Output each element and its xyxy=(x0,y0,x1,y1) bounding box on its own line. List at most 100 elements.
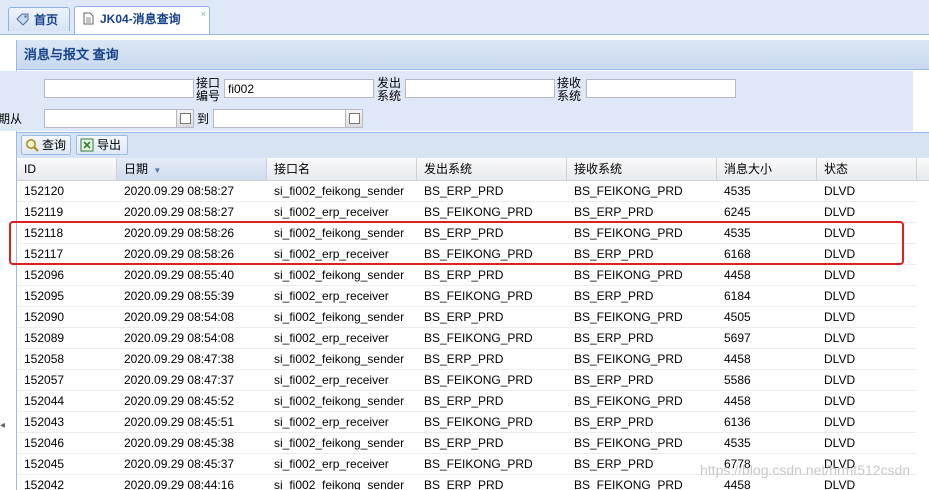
filter-form: ID 接口 编号 发出 系统 接收 系统 日期从 到 xyxy=(0,71,913,131)
date-from-calendar-icon[interactable] xyxy=(177,109,194,128)
cell-receiver: BS_FEIKONG_PRD xyxy=(574,352,683,366)
cell-receiver: BS_FEIKONG_PRD xyxy=(574,436,683,450)
cell-interface: si_fi002_erp_receiver xyxy=(274,415,389,429)
cell-status: DLVD xyxy=(824,247,856,261)
cell-receiver: BS_FEIKONG_PRD xyxy=(574,226,683,240)
table-row[interactable]: 152043 2020.09.29 08:45:51 si_fi002_erp_re… xyxy=(17,412,917,433)
tab-close-icon[interactable]: × xyxy=(201,2,206,26)
cell-status: DLVD xyxy=(824,268,856,282)
cell-interface: si_fi002_feikong_sender xyxy=(274,184,405,198)
cell-sender: BS_FEIKONG_PRD xyxy=(424,205,533,219)
date-to-input[interactable] xyxy=(213,109,346,128)
cell-sender: BS_ERP_PRD xyxy=(424,184,504,198)
cell-status: DLVD xyxy=(824,436,856,450)
table-row[interactable]: 152058 2020.09.29 08:47:38 si_fi002_feikon… xyxy=(17,349,917,370)
table-row[interactable]: 152096 2020.09.29 08:55:40 si_fi002_feikon… xyxy=(17,265,917,286)
column-header-date[interactable]: 日期 ▼ xyxy=(117,158,267,180)
date-from-input[interactable] xyxy=(44,109,177,128)
cell-receiver: BS_FEIKONG_PRD xyxy=(574,478,683,490)
collapse-handle-icon[interactable]: ◂ xyxy=(0,420,8,460)
cell-size: 5586 xyxy=(724,373,751,387)
table-row[interactable]: 152089 2020.09.29 08:54:08 si_fi002_erp_re… xyxy=(17,328,917,349)
export-button[interactable]: 导出 xyxy=(76,135,128,155)
cell-receiver: BS_ERP_PRD xyxy=(574,247,654,261)
cell-status: DLVD xyxy=(824,373,856,387)
tag-icon xyxy=(16,13,29,26)
cell-receiver: BS_ERP_PRD xyxy=(574,373,654,387)
column-header-id[interactable]: ID xyxy=(17,158,117,180)
sender-system-input[interactable] xyxy=(405,79,555,98)
cell-interface: si_fi002_feikong_sender xyxy=(274,352,405,366)
cell-id: 152044 xyxy=(24,394,65,408)
column-header-sender[interactable]: 发出系统 xyxy=(417,158,567,180)
cell-id: 152042 xyxy=(24,478,65,490)
column-header-interface[interactable]: 接口名 xyxy=(267,158,417,180)
id-input[interactable] xyxy=(44,79,194,98)
cell-id: 152058 xyxy=(24,352,65,366)
toolbar: 查询 导出 xyxy=(17,132,929,159)
column-header-size[interactable]: 消息大小 xyxy=(717,158,817,180)
receiver-label-line1: 接收 xyxy=(557,76,582,90)
cell-status: DLVD xyxy=(824,205,856,219)
column-header-status[interactable]: 状态 xyxy=(817,158,917,180)
cell-id: 152119 xyxy=(24,205,64,219)
receiver-system-input[interactable] xyxy=(586,79,736,98)
query-button[interactable]: 查询 xyxy=(21,135,71,155)
cell-date: 2020.09.29 08:44:16 xyxy=(124,478,235,490)
cell-id: 152096 xyxy=(24,268,65,282)
cell-status: DLVD xyxy=(824,352,856,366)
table-row[interactable]: 152046 2020.09.29 08:45:38 si_fi002_feikon… xyxy=(17,433,917,454)
cell-date: 2020.09.29 08:45:37 xyxy=(124,457,235,471)
table-row[interactable]: 152120 2020.09.29 08:58:27 si_fi002_feikon… xyxy=(17,181,917,202)
date-to-calendar-icon[interactable] xyxy=(346,109,363,128)
cell-date: 2020.09.29 08:45:52 xyxy=(124,394,235,408)
cell-interface: si_fi002_feikong_sender xyxy=(274,436,405,450)
table-row[interactable]: 152119 2020.09.29 08:58:27 si_fi002_erp_re… xyxy=(17,202,917,223)
cell-interface: si_fi002_erp_receiver xyxy=(274,331,389,345)
cell-sender: BS_ERP_PRD xyxy=(424,478,504,490)
cell-id: 152057 xyxy=(24,373,65,387)
table-row[interactable]: 152090 2020.09.29 08:54:08 si_fi002_feikon… xyxy=(17,307,917,328)
grid-header: ID 日期 ▼ 接口名 发出系统 接收系统 消息大小 状态 xyxy=(17,158,929,181)
table-row[interactable]: 152118 2020.09.29 08:58:26 si_fi002_feikon… xyxy=(17,223,917,244)
cell-sender: BS_ERP_PRD xyxy=(424,394,504,408)
table-row[interactable]: 152057 2020.09.29 08:47:37 si_fi002_erp_re… xyxy=(17,370,917,391)
cell-sender: BS_ERP_PRD xyxy=(424,226,504,240)
excel-export-icon xyxy=(80,138,94,152)
watermark: https://blog.csdn.net/hrmt512csdn xyxy=(700,462,911,478)
cell-status: DLVD xyxy=(824,310,856,324)
table-row[interactable]: 152117 2020.09.29 08:58:26 si_fi002_erp_re… xyxy=(17,244,917,265)
cell-receiver: BS_ERP_PRD xyxy=(574,457,654,471)
tab-message-query[interactable]: JK04-消息查询 × xyxy=(74,6,210,34)
cell-id: 152045 xyxy=(24,457,65,471)
cell-sender: BS_FEIKONG_PRD xyxy=(424,457,533,471)
sender-label-line1: 发出 xyxy=(377,76,402,90)
grid-body: 152120 2020.09.29 08:58:27 si_fi002_feikon… xyxy=(17,181,929,490)
cell-interface: si_fi002_feikong_sender xyxy=(274,226,405,240)
table-row[interactable]: 152095 2020.09.29 08:55:39 si_fi002_erp_re… xyxy=(17,286,917,307)
export-button-label: 导出 xyxy=(97,138,122,152)
interface-label-line1: 接口 xyxy=(196,76,221,90)
tab-home[interactable]: 首页 xyxy=(8,7,70,31)
column-header-receiver[interactable]: 接收系统 xyxy=(567,158,717,180)
cell-receiver: BS_ERP_PRD xyxy=(574,415,654,429)
table-row[interactable]: 152044 2020.09.29 08:45:52 si_fi002_feikon… xyxy=(17,391,917,412)
cell-receiver: BS_FEIKONG_PRD xyxy=(574,310,683,324)
cell-date: 2020.09.29 08:47:37 xyxy=(124,373,235,387)
cell-id: 152089 xyxy=(24,331,65,345)
date-from-label: 日期从 xyxy=(0,112,23,126)
interface-input[interactable] xyxy=(224,79,374,98)
cell-size: 4458 xyxy=(724,268,751,282)
cell-id: 152046 xyxy=(24,436,65,450)
cell-receiver: BS_FEIKONG_PRD xyxy=(574,394,683,408)
cell-receiver: BS_ERP_PRD xyxy=(574,289,654,303)
cell-date: 2020.09.29 08:45:38 xyxy=(124,436,235,450)
cell-date: 2020.09.29 08:58:26 xyxy=(124,247,235,261)
cell-receiver: BS_FEIKONG_PRD xyxy=(574,184,683,198)
tab-home-label: 首页 xyxy=(34,13,59,27)
cell-interface: si_fi002_feikong_sender xyxy=(274,478,405,490)
cell-interface: si_fi002_erp_receiver xyxy=(274,247,389,261)
cell-date: 2020.09.29 08:54:08 xyxy=(124,310,235,324)
cell-date: 2020.09.29 08:58:27 xyxy=(124,205,235,219)
cell-size: 4535 xyxy=(724,436,751,450)
